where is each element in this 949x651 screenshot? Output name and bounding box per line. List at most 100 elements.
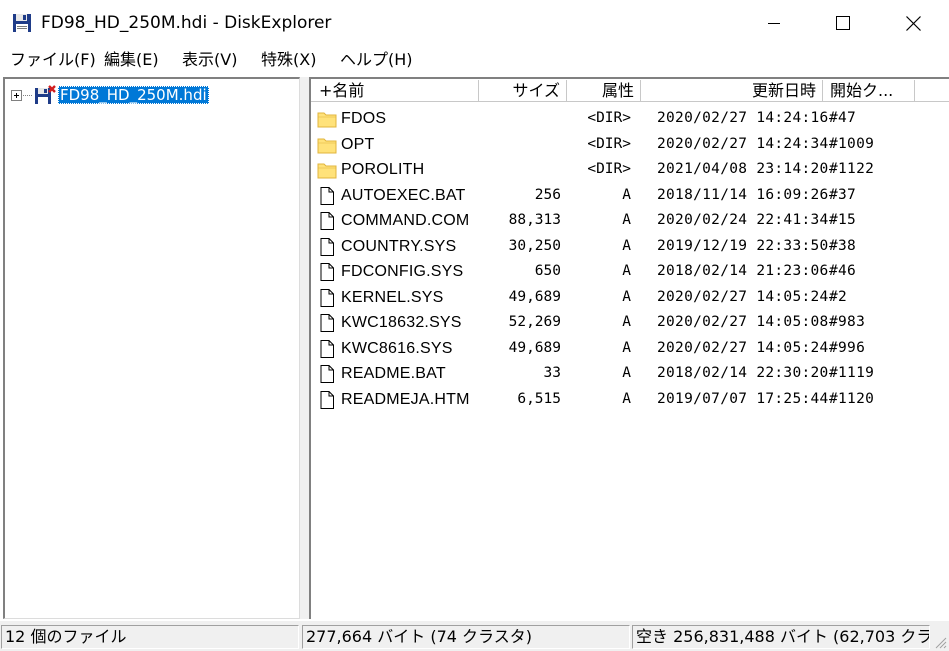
maximize-icon bbox=[836, 16, 850, 30]
column-header-size[interactable]: サイズ bbox=[479, 80, 567, 102]
file-modified-date: 2020/02/27 14:24:16 bbox=[657, 110, 829, 126]
file-name: README.BAT bbox=[341, 365, 446, 382]
status-file-count: 12 個のファイル bbox=[1, 625, 299, 649]
file-modified-date: 2018/11/14 16:09:26 bbox=[657, 186, 829, 203]
column-header-name[interactable]: +名前 bbox=[311, 80, 479, 102]
file-size: 33 bbox=[543, 365, 561, 381]
list-item[interactable]: KWC8616.SYS 49,689 A 2020/02/27 14:05:24 #99… bbox=[311, 336, 949, 362]
file-attributes: A bbox=[622, 288, 631, 305]
list-item[interactable]: READMEJA.HTM 6,515 A 2019/07/07 17:25:44 #11… bbox=[311, 387, 949, 413]
column-header-attr[interactable]: 属性 bbox=[567, 80, 641, 102]
file-start-cluster: #1120 bbox=[829, 390, 875, 407]
file-size: 49,689 bbox=[508, 339, 561, 356]
file-modified-date: 2019/12/19 22:33:50 bbox=[657, 237, 829, 254]
menu-edit[interactable]: 編集(E) bbox=[104, 49, 159, 71]
list-item[interactable]: POROLITH <DIR> 2021/04/08 23:14:20 #1122 bbox=[311, 157, 949, 183]
file-icon bbox=[320, 186, 334, 205]
list-item[interactable]: COMMAND.COM 88,313 A 2020/02/24 22:41:34 #15 bbox=[311, 208, 949, 234]
tree-item-root[interactable]: FD98_HD_250M.hdi bbox=[11, 84, 209, 106]
file-name: FDOS bbox=[341, 110, 387, 127]
file-name: FDCONFIG.SYS bbox=[341, 263, 464, 280]
column-header-cluster[interactable]: 開始ク... bbox=[823, 80, 915, 102]
disk-image-icon bbox=[35, 85, 56, 104]
file-size: 88,313 bbox=[508, 212, 561, 228]
list-item[interactable]: README.BAT 33 A 2018/02/14 22:30:20 #1119 bbox=[311, 361, 949, 387]
list-item[interactable]: AUTOEXEC.BAT 256 A 2018/11/14 16:09:26 #37 bbox=[311, 183, 949, 209]
file-name: POROLITH bbox=[341, 161, 425, 178]
close-icon bbox=[905, 15, 921, 31]
pane-splitter[interactable] bbox=[300, 77, 309, 619]
file-name: KWC18632.SYS bbox=[341, 314, 462, 331]
file-attributes: A bbox=[622, 365, 631, 381]
minimize-icon bbox=[768, 23, 780, 24]
file-modified-date: 2020/02/24 22:41:34 bbox=[657, 212, 829, 228]
expand-icon[interactable] bbox=[11, 89, 22, 101]
list-item[interactable]: COUNTRY.SYS 30,250 A 2019/12/19 22:33:50 #38 bbox=[311, 234, 949, 260]
file-list-panel[interactable]: +名前 サイズ 属性 更新日時 開始ク... FDOS <DIR> 2020/02/… bbox=[309, 77, 949, 619]
resize-grip-icon[interactable] bbox=[933, 635, 947, 649]
file-start-cluster: #996 bbox=[829, 339, 866, 356]
folder-tree-panel[interactable]: FD98_HD_250M.hdi bbox=[3, 77, 300, 619]
file-size: 6,515 bbox=[517, 390, 561, 407]
file-name: COMMAND.COM bbox=[341, 212, 470, 229]
menu-help[interactable]: ヘルプ(H) bbox=[340, 49, 413, 71]
file-icon bbox=[320, 237, 334, 256]
file-start-cluster: #1119 bbox=[829, 365, 875, 381]
status-free-bytes: 空き 256,831,488 バイト (62,703 クラス bbox=[632, 625, 930, 649]
list-item[interactable]: KWC18632.SYS 52,269 A 2020/02/27 14:05:08 #9… bbox=[311, 310, 949, 336]
menu-view[interactable]: 表示(V) bbox=[182, 49, 237, 71]
tree-connector bbox=[23, 94, 32, 96]
folder-icon bbox=[317, 112, 337, 128]
file-start-cluster: #46 bbox=[829, 263, 857, 279]
file-size: 49,689 bbox=[508, 288, 561, 305]
menu-file[interactable]: ファイル(F) bbox=[10, 49, 96, 71]
list-item[interactable]: OPT <DIR> 2020/02/27 14:24:34 #1009 bbox=[311, 132, 949, 158]
file-name: AUTOEXEC.BAT bbox=[341, 186, 466, 204]
file-attributes: A bbox=[622, 314, 631, 330]
floppy-disk-icon bbox=[13, 14, 31, 32]
folder-icon bbox=[317, 163, 337, 179]
file-icon bbox=[320, 314, 334, 332]
file-attributes: A bbox=[622, 237, 631, 254]
file-attributes: <DIR> bbox=[587, 110, 631, 126]
file-size: 256 bbox=[534, 186, 561, 203]
file-start-cluster: #983 bbox=[829, 314, 866, 330]
column-header-date[interactable]: 更新日時 bbox=[641, 80, 823, 102]
window-title: FD98_HD_250M.hdi - DiskExplorer bbox=[41, 13, 332, 33]
file-modified-date: 2021/04/08 23:14:20 bbox=[657, 161, 829, 177]
file-name: OPT bbox=[341, 135, 375, 153]
minimize-button[interactable] bbox=[739, 0, 809, 46]
tree-item-label[interactable]: FD98_HD_250M.hdi bbox=[58, 86, 209, 104]
file-start-cluster: #1122 bbox=[829, 161, 875, 177]
file-size: 650 bbox=[534, 263, 561, 279]
file-modified-date: 2020/02/27 14:05:24 bbox=[657, 288, 829, 305]
column-header-blank[interactable] bbox=[915, 80, 949, 102]
file-start-cluster: #1009 bbox=[829, 135, 875, 152]
maximize-button[interactable] bbox=[808, 0, 878, 46]
file-modified-date: 2018/02/14 22:30:20 bbox=[657, 365, 829, 381]
file-attributes: A bbox=[622, 186, 631, 203]
file-start-cluster: #38 bbox=[829, 237, 857, 254]
file-attributes: A bbox=[622, 390, 631, 407]
file-name: READMEJA.HTM bbox=[341, 390, 470, 408]
folder-icon bbox=[317, 138, 337, 153]
file-attributes: A bbox=[622, 212, 631, 228]
close-button[interactable] bbox=[878, 0, 948, 46]
file-name: COUNTRY.SYS bbox=[341, 237, 457, 255]
file-attributes: A bbox=[622, 339, 631, 356]
file-start-cluster: #2 bbox=[829, 288, 848, 305]
list-item[interactable]: KERNEL.SYS 49,689 A 2020/02/27 14:05:24 #2 bbox=[311, 285, 949, 311]
file-start-cluster: #47 bbox=[829, 110, 857, 126]
list-item[interactable]: FDCONFIG.SYS 650 A 2018/02/14 21:23:06 #46 bbox=[311, 259, 949, 285]
list-item[interactable]: FDOS <DIR> 2020/02/27 14:24:16 #47 bbox=[311, 106, 949, 132]
file-start-cluster: #37 bbox=[829, 186, 857, 203]
file-icon bbox=[320, 212, 334, 230]
file-icon bbox=[320, 263, 334, 281]
file-icon bbox=[320, 365, 334, 383]
file-attributes: <DIR> bbox=[587, 135, 631, 152]
file-modified-date: 2018/02/14 21:23:06 bbox=[657, 263, 829, 279]
file-attributes: <DIR> bbox=[587, 161, 631, 177]
file-modified-date: 2019/07/07 17:25:44 bbox=[657, 390, 829, 407]
menu-special[interactable]: 特殊(X) bbox=[261, 49, 316, 71]
file-size: 52,269 bbox=[508, 314, 561, 330]
